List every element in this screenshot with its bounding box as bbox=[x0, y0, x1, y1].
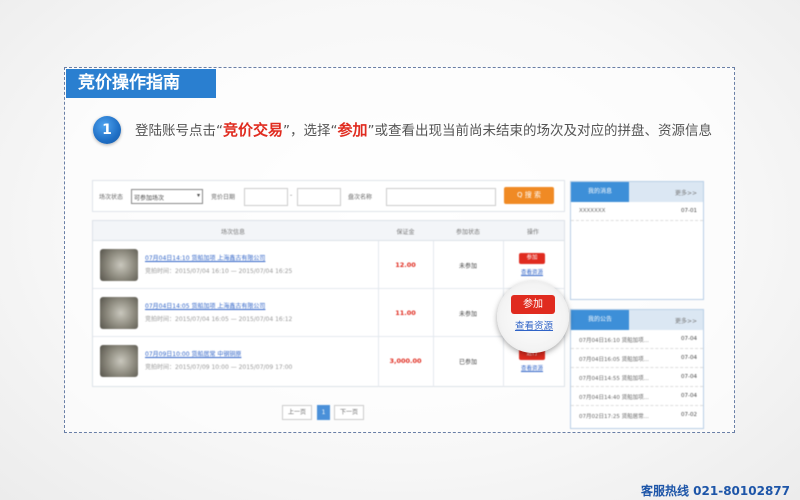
status-select[interactable]: 可参加场次 ▾ bbox=[131, 189, 203, 204]
notice-title: 07月04日14:40 货船加项... bbox=[579, 395, 649, 401]
list-item[interactable]: 07月04日14:40 货船加项... 07-04 bbox=[571, 387, 703, 406]
deposit-value: 12.00 bbox=[395, 261, 416, 269]
status-select-value: 可参加场次 bbox=[134, 195, 165, 202]
tab-notices[interactable]: 我的公告 bbox=[571, 310, 629, 330]
session-time: 竞拍时间：2015/07/09 10:00 — 2015/07/09 17:00 bbox=[145, 364, 293, 371]
status-label: 场次状态 bbox=[99, 194, 124, 201]
resource-thumbnail bbox=[100, 297, 138, 329]
list-item[interactable]: 07月02日17:25 货船居常... 07-02 bbox=[571, 406, 703, 425]
name-label: 盘次名称 bbox=[348, 194, 373, 201]
magnifier-circle bbox=[497, 281, 569, 353]
messages-more-link[interactable]: 更多>> bbox=[675, 188, 697, 197]
name-input[interactable] bbox=[386, 188, 496, 206]
search-button[interactable]: Q 搜 索 bbox=[504, 187, 554, 204]
notice-title: 07月02日17:25 货船居常... bbox=[579, 414, 649, 420]
messages-panel: 我的消息 更多>> XXXXXXX 07-01 bbox=[570, 181, 704, 300]
magnified-view-resources-link[interactable]: 查看资源 bbox=[512, 318, 556, 332]
filter-bar: 场次状态 可参加场次 ▾ 竞价日期 - 盘次名称 Q 搜 索 bbox=[92, 180, 565, 212]
instruction-text-2: ”，选择“ bbox=[283, 123, 338, 139]
table-row: 07月04日14:10 货船加项 上海鑫古有限公司 竞拍时间：2015/07/0… bbox=[93, 241, 564, 289]
instruction-text-3: ”或查看出现当前尚未结束的场次及对应的拼盘、资源信息 bbox=[367, 123, 713, 139]
instruction-text-1: 登陆账号点击“ bbox=[135, 123, 223, 139]
instruction-highlight-join: 参加 bbox=[337, 121, 368, 139]
message-date: 07-01 bbox=[681, 208, 697, 214]
list-item[interactable]: 07月04日14:55 货船加项... 07-04 bbox=[571, 368, 703, 387]
view-resources-link[interactable]: 查看资源 bbox=[513, 268, 551, 276]
table-row: 07月04日14:05 货船加项 上海鑫古有限公司 竞拍时间：2015/07/0… bbox=[93, 289, 564, 337]
list-item[interactable]: 07月04日16:10 货船加项... 07-04 bbox=[571, 330, 703, 349]
header-action: 操作 bbox=[526, 229, 539, 236]
tab-messages[interactable]: 我的消息 bbox=[571, 182, 629, 202]
magnified-join-button[interactable]: 参加 bbox=[511, 295, 555, 314]
session-title-link[interactable]: 07月09日10:00 货船居常 中钢铜原 bbox=[145, 349, 241, 358]
session-time: 竞拍时间：2015/07/04 16:05 — 2015/07/04 16:12 bbox=[145, 316, 293, 323]
notice-date: 07-02 bbox=[681, 412, 697, 418]
next-page-button[interactable]: 下一页 bbox=[334, 405, 364, 420]
notices-panel-header: 我的公告 更多>> bbox=[571, 310, 703, 330]
deposit-value: 3,000.00 bbox=[389, 357, 422, 365]
date-label: 竞价日期 bbox=[211, 194, 236, 201]
deposit-value: 11.00 bbox=[395, 309, 416, 317]
resource-thumbnail bbox=[100, 249, 138, 281]
notice-date: 07-04 bbox=[681, 393, 697, 399]
instruction-highlight-bidding: 竞价交易 bbox=[223, 121, 284, 139]
join-status: 未参加 bbox=[458, 311, 477, 318]
notices-panel: 我的公告 更多>> 07月04日16:10 货船加项... 07-04 07月04… bbox=[570, 309, 704, 429]
session-title-link[interactable]: 07月04日14:10 货船加项 上海鑫古有限公司 bbox=[145, 253, 265, 262]
list-item[interactable]: 07月04日16:05 货船加项... 07-04 bbox=[571, 349, 703, 368]
header-status: 参加状态 bbox=[455, 229, 480, 236]
header-deposit: 保证金 bbox=[396, 229, 415, 236]
notices-more-link[interactable]: 更多>> bbox=[675, 316, 697, 325]
notice-title: 07月04日14:55 货船加项... bbox=[579, 376, 649, 382]
notice-title: 07月04日16:10 货船加项... bbox=[579, 338, 649, 344]
start-date-input[interactable] bbox=[244, 188, 288, 206]
step-number-badge: 1 bbox=[93, 116, 121, 144]
notice-date: 07-04 bbox=[681, 374, 697, 380]
resource-thumbnail bbox=[100, 345, 138, 377]
notice-date: 07-04 bbox=[681, 355, 697, 361]
list-item[interactable]: XXXXXXX 07-01 bbox=[571, 202, 703, 221]
table-header: 场次信息 保证金 参加状态 操作 bbox=[93, 221, 564, 241]
join-status: 未参加 bbox=[458, 263, 477, 270]
session-table: 场次信息 保证金 参加状态 操作 07月04日14:10 货船加项 上海鑫古有限… bbox=[92, 220, 565, 387]
join-button[interactable]: 参加 bbox=[519, 253, 545, 264]
header-session-info: 场次信息 bbox=[220, 229, 245, 236]
bidding-screenshot: 场次状态 可参加场次 ▾ 竞价日期 - 盘次名称 Q 搜 索 场次信息 保证金 参… bbox=[92, 180, 565, 430]
service-hotline: 客服热线 021-80102877 bbox=[640, 484, 790, 498]
notice-date: 07-04 bbox=[681, 336, 697, 342]
step-instruction: 登陆账号点击“竞价交易”，选择“参加”或查看出现当前尚未结束的场次及对应的拼盘、… bbox=[135, 116, 725, 145]
join-status: 已参加 bbox=[458, 359, 477, 366]
end-date-input[interactable] bbox=[297, 188, 341, 206]
messages-panel-header: 我的消息 更多>> bbox=[571, 182, 703, 202]
page-1-button[interactable]: 1 bbox=[317, 405, 330, 420]
prev-page-button[interactable]: 上一页 bbox=[282, 405, 312, 420]
chevron-down-icon: ▾ bbox=[196, 192, 200, 199]
date-separator: - bbox=[290, 192, 293, 199]
table-row: 07月09日10:00 货船居常 中钢铜原 竞拍时间：2015/07/09 10… bbox=[93, 337, 564, 385]
guide-title: 竞价操作指南 bbox=[66, 69, 216, 98]
session-title-link[interactable]: 07月04日14:05 货船加项 上海鑫古有限公司 bbox=[145, 301, 265, 310]
message-title: XXXXXXX bbox=[579, 208, 606, 214]
view-resources-link[interactable]: 查看资源 bbox=[513, 364, 551, 372]
notice-title: 07月04日16:05 货船加项... bbox=[579, 357, 649, 363]
session-time: 竞拍时间：2015/07/04 16:10 — 2015/07/04 16:25 bbox=[145, 268, 293, 275]
